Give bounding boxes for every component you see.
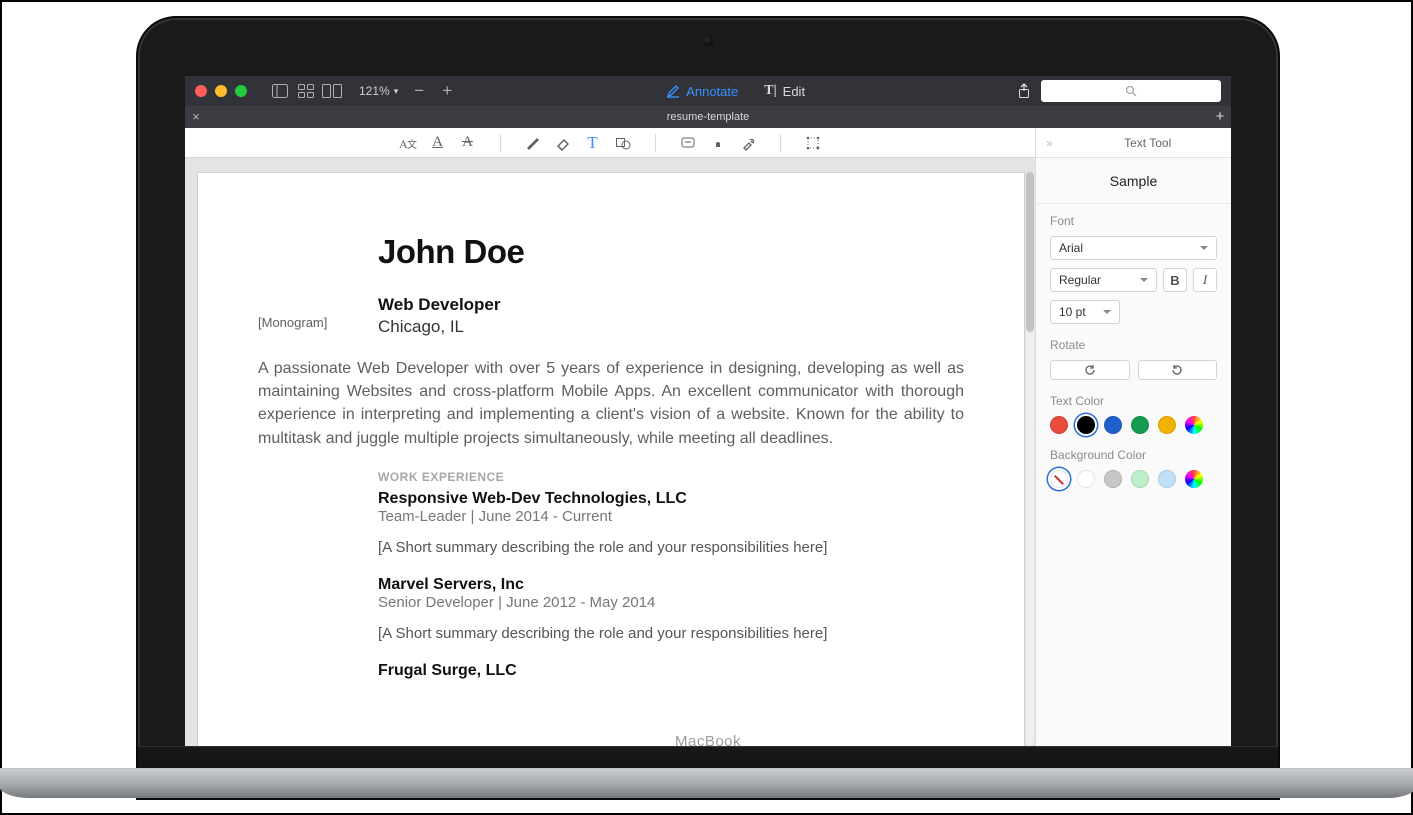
close-tab-button[interactable]: × [185,106,207,128]
text-color-label: Text Color [1050,394,1217,408]
titlebar: 121% ▾ − + Annotate T| Edit [185,76,1231,106]
search-icon [1125,85,1137,97]
text-color-swatch-rainbow[interactable] [1185,416,1203,434]
font-family-value: Arial [1059,241,1083,255]
zoom-in-button[interactable]: + [436,81,458,101]
rotate-cw-button[interactable] [1138,360,1218,380]
sidebar-title: Text Tool [1124,136,1171,150]
underline-tool-icon[interactable]: A [428,133,448,153]
shape-tool-icon[interactable] [613,133,633,153]
font-size-select[interactable]: 10 pt [1050,300,1120,324]
bold-button[interactable]: B [1163,268,1187,292]
text-color-swatch-black[interactable] [1077,416,1095,434]
eyedropper-tool-icon[interactable] [738,133,758,153]
minimize-window-button[interactable] [215,85,227,97]
editor-main: A文 A A T [185,128,1035,746]
scrollbar-thumb[interactable] [1026,172,1034,332]
note-tool-icon[interactable] [678,133,698,153]
window-controls [195,85,257,97]
bg-color-swatch-none[interactable] [1050,470,1068,488]
font-style-value: Regular [1059,273,1101,287]
new-tab-button[interactable]: + [1209,107,1231,127]
eraser-tool-icon[interactable] [553,133,573,153]
document-tabbar: × resume-template + [185,106,1231,128]
stamp-tool-icon[interactable] [708,133,728,153]
job-subtitle: Team-Leader | June 2014 - Current [378,508,964,525]
resume-summary: A passionate Web Developer with over 5 y… [258,357,964,450]
laptop-frame: 121% ▾ − + Annotate T| Edit [136,16,1280,800]
zoom-value[interactable]: 121% [359,84,390,98]
annotate-mode-button[interactable]: Annotate [656,84,748,99]
text-color-swatch-blue[interactable] [1104,416,1122,434]
document-page[interactable]: [Monogram] John Doe Web Developer Chicag… [197,172,1025,746]
rotate-ccw-button[interactable] [1050,360,1130,380]
document-title: resume-template [667,111,750,123]
vertical-scrollbar[interactable] [1026,172,1034,746]
sidebar-toggle-icon[interactable] [269,81,291,101]
sample-preview: Sample [1036,158,1231,204]
chevron-down-icon[interactable]: ▾ [394,86,399,97]
strikethrough-tool-icon[interactable]: A [458,133,478,153]
italic-button[interactable]: I [1193,268,1217,292]
rotate-label: Rotate [1050,338,1217,352]
font-family-select[interactable]: Arial [1050,236,1217,260]
bg-color-swatch-mint[interactable] [1131,470,1149,488]
pencil-icon [666,84,680,98]
laptop-hinge [138,746,1278,798]
resume-name: John Doe [378,233,964,271]
edit-label: Edit [783,84,805,99]
search-input[interactable] [1041,80,1221,102]
app-window: 121% ▾ − + Annotate T| Edit [185,76,1231,746]
text-tool-icon[interactable]: T [583,133,603,153]
maximize-window-button[interactable] [235,85,247,97]
thumbnail-view-icon[interactable] [295,81,317,101]
edit-mode-button[interactable]: T| Edit [754,83,815,99]
section-title: WORK EXPERIENCE [378,470,964,484]
rotate-ccw-icon [1083,364,1097,376]
camera-icon [703,36,713,46]
font-panel-icon[interactable]: A文 [398,133,418,153]
laptop-base [0,768,1413,798]
rotate-cw-icon [1170,364,1184,376]
text-color-swatch-green[interactable] [1131,416,1149,434]
selection-tool-icon[interactable] [803,133,823,153]
text-color-swatch-yellow[interactable] [1158,416,1176,434]
bg-color-swatch-white[interactable] [1077,470,1095,488]
bg-color-swatch-gray[interactable] [1104,470,1122,488]
zoom-out-button[interactable]: − [408,81,430,101]
font-label: Font [1050,214,1217,228]
bg-color-swatch-rainbow[interactable] [1185,470,1203,488]
font-style-select[interactable]: Regular [1050,268,1157,292]
job-description: [A Short summary describing the role and… [378,539,964,556]
annotate-label: Annotate [686,84,738,99]
pen-tool-icon[interactable] [523,133,543,153]
font-size-value: 10 pt [1059,305,1086,319]
job-company: Marvel Servers, Inc [378,576,964,594]
resume-city: Chicago, IL [378,317,964,337]
resume-role: Web Developer [378,295,964,315]
share-button[interactable] [1013,81,1035,101]
job-description: [A Short summary describing the role and… [378,625,964,642]
close-window-button[interactable] [195,85,207,97]
job-company: Frugal Surge, LLC [378,662,964,680]
monogram-placeholder: [Monogram] [258,233,378,330]
job-company: Responsive Web-Dev Technologies, LLC [378,490,964,508]
properties-sidebar: » Text Tool Sample Font Arial Regular [1035,128,1231,746]
collapse-sidebar-icon[interactable]: » [1046,136,1053,150]
bg-color-label: Background Color [1050,448,1217,462]
annotation-toolbar: A文 A A T [185,128,1035,158]
bg-color-swatch-lightblue[interactable] [1158,470,1176,488]
text-color-swatch-red[interactable] [1050,416,1068,434]
svg-text:文: 文 [407,138,417,151]
job-subtitle: Senior Developer | June 2012 - May 2014 [378,594,964,611]
two-page-view-icon[interactable] [321,81,343,101]
text-edit-icon: T| [764,83,776,99]
